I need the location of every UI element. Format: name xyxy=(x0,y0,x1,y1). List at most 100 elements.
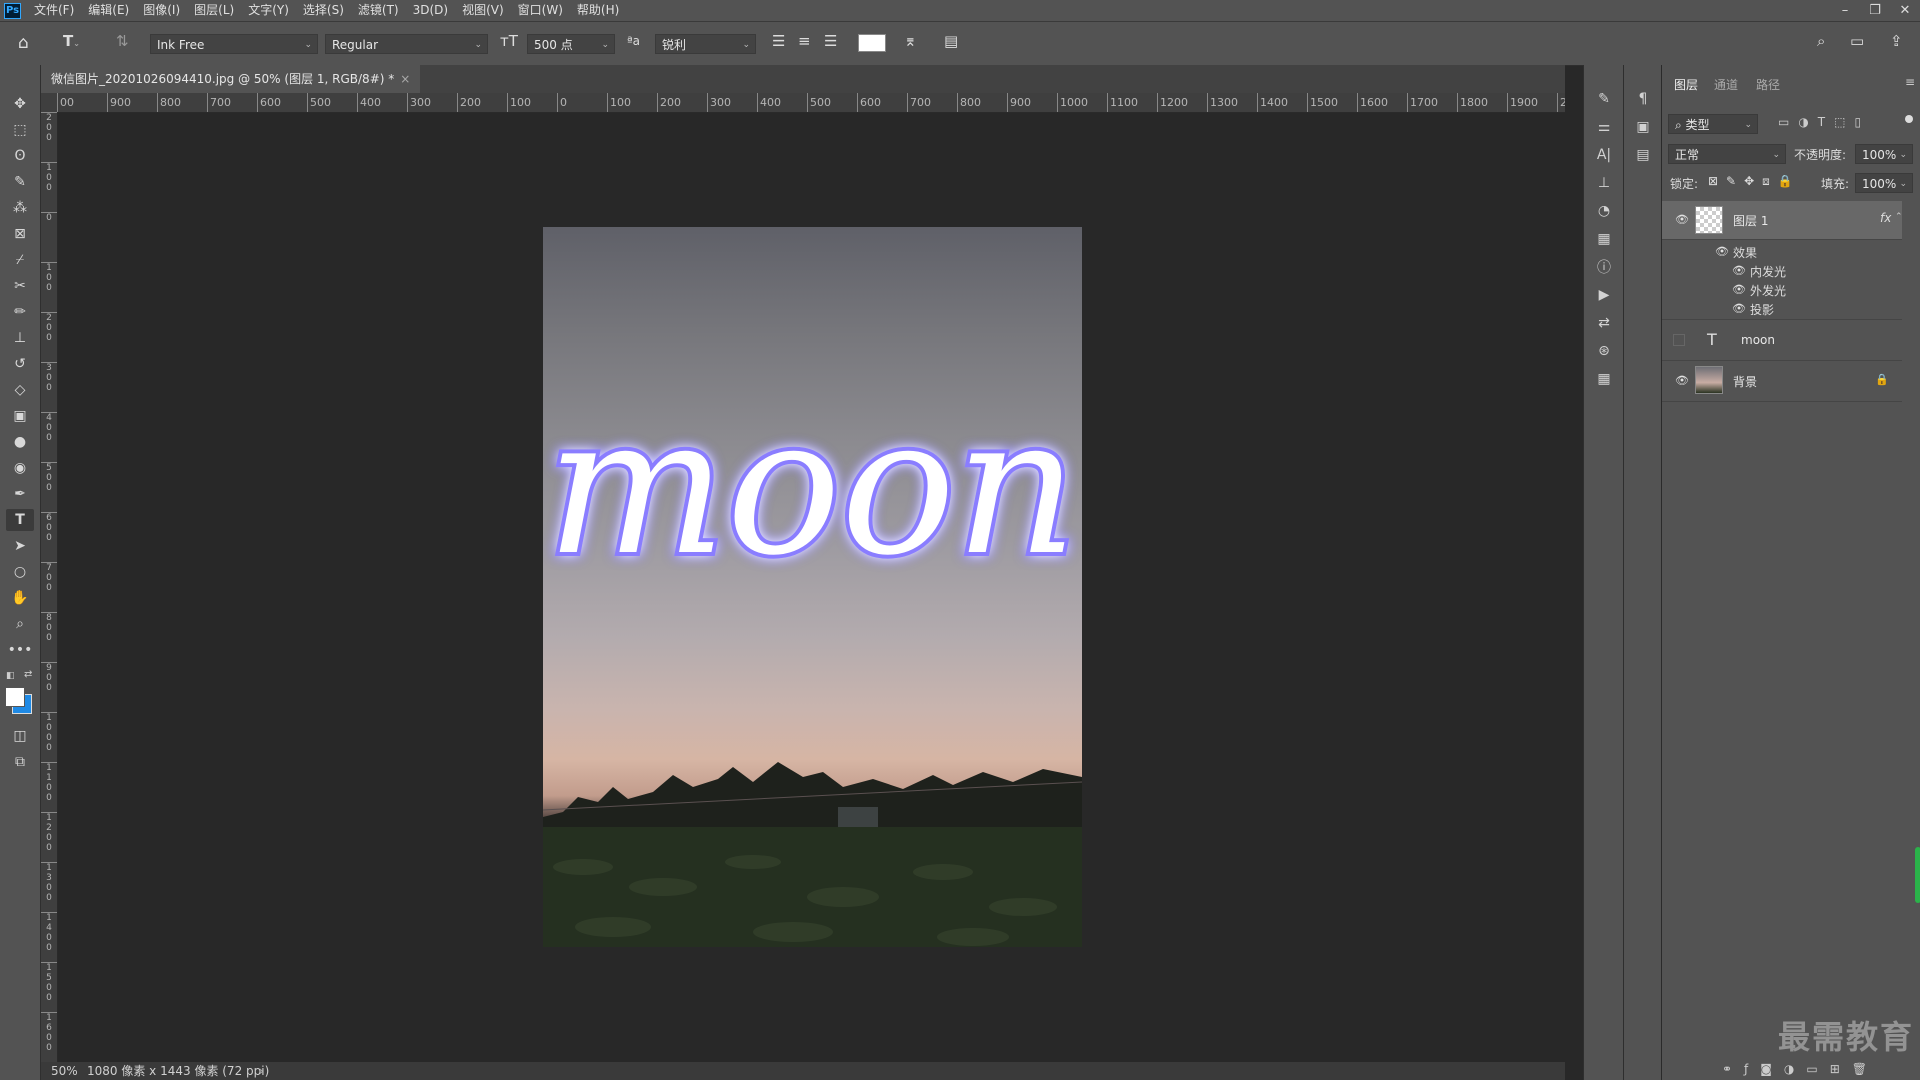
layer-row-layer1[interactable]: 👁 图层 1 fx ⌃ xyxy=(1662,201,1903,240)
character-panel-icon[interactable]: ▤ xyxy=(944,32,958,50)
drop-shadow-eye-icon[interactable]: 👁 xyxy=(1732,302,1746,315)
path-select-tool-icon[interactable]: ➤ xyxy=(6,535,34,557)
more-tools-icon[interactable]: ••• xyxy=(6,639,34,661)
layer-row-moon[interactable]: T moon xyxy=(1662,320,1902,361)
blend-mode-select[interactable]: 正常 ⌄ xyxy=(1668,144,1786,164)
hand-tool-icon[interactable]: ✋ xyxy=(6,587,34,609)
collapse-effects-icon[interactable]: ⌃ xyxy=(1895,212,1903,222)
zoom-level[interactable]: 50% xyxy=(51,1062,78,1080)
vertical-ruler[interactable]: 2001000100200300400500600700800900100011… xyxy=(41,112,58,1062)
layer-name[interactable]: moon xyxy=(1741,333,1775,347)
panel-menu-icon[interactable]: ≡ xyxy=(1905,75,1915,89)
menu-view[interactable]: 视图(V) xyxy=(455,0,511,21)
font-family-select[interactable]: Ink Free ⌄ xyxy=(150,34,318,54)
minimize-icon[interactable]: – xyxy=(1830,0,1860,21)
menu-file[interactable]: 文件(F) xyxy=(27,0,81,21)
status-expand-icon[interactable]: › xyxy=(259,1062,264,1080)
close-icon[interactable]: ✕ xyxy=(1890,0,1920,21)
home-icon[interactable]: ⌂ xyxy=(18,33,29,53)
effects-eye-icon[interactable]: 👁 xyxy=(1715,245,1729,258)
menu-select[interactable]: 选择(S) xyxy=(296,0,351,21)
swatches-icon[interactable]: ▦ xyxy=(1591,229,1617,249)
text-orientation-icon[interactable]: ⇅ xyxy=(116,32,129,50)
effects-label[interactable]: 效果 xyxy=(1733,244,1757,261)
adjustments-icon[interactable]: ⚌ xyxy=(1591,117,1617,137)
type-tool-icon[interactable]: T xyxy=(6,509,34,531)
fill-input[interactable]: 100% ⌄ xyxy=(1855,173,1913,193)
marquee-tool-icon[interactable]: ⬚ xyxy=(6,119,34,141)
menu-3d[interactable]: 3D(D) xyxy=(406,0,455,21)
character-icon[interactable]: A| xyxy=(1591,145,1617,165)
visibility-empty-box[interactable] xyxy=(1673,334,1685,346)
fx-icon[interactable]: fx xyxy=(1880,211,1891,225)
history-brush-icon[interactable]: ↺ xyxy=(6,353,34,375)
healing-tool-icon[interactable]: ✂ xyxy=(6,275,34,297)
menu-window[interactable]: 窗口(W) xyxy=(511,0,570,21)
effect-inner-glow[interactable]: 内发光 xyxy=(1750,263,1786,280)
outer-glow-eye-icon[interactable]: 👁 xyxy=(1732,283,1746,296)
paragraph-icon[interactable]: ¶ xyxy=(1630,89,1656,109)
info-icon[interactable]: ⓘ xyxy=(1591,257,1617,277)
layer-row-background[interactable]: 👁 背景 🔒 xyxy=(1662,361,1902,402)
tab-paths[interactable]: 路径 xyxy=(1756,76,1780,93)
effect-drop-shadow[interactable]: 投影 xyxy=(1750,301,1774,318)
table-icon[interactable]: ▦ xyxy=(1591,369,1617,389)
quick-select-tool-icon[interactable]: ✎ xyxy=(6,171,34,193)
layer-bottom-actions[interactable]: ⚭ƒ◙◑▭⊞🗑 xyxy=(1722,1062,1879,1076)
share-icon[interactable]: ⇪ xyxy=(1890,32,1903,50)
magic-wand-tool-icon[interactable]: ⁂ xyxy=(6,197,34,219)
actions-play-icon[interactable]: ▶ xyxy=(1591,285,1617,305)
swap-colors-icon[interactable]: ⇄ xyxy=(24,669,32,680)
align-center-icon[interactable]: ≡ xyxy=(798,32,811,50)
brush-tool-icon[interactable]: ✏ xyxy=(6,301,34,323)
ellipse-tool-icon[interactable]: ○ xyxy=(6,561,34,583)
workspace-icon[interactable]: ▭ xyxy=(1850,32,1864,50)
pen-tool-icon[interactable]: ✒ xyxy=(6,483,34,505)
layer-filter-icons[interactable]: ▭◑T⬚▯ xyxy=(1778,115,1870,129)
tab-channels[interactable]: 通道 xyxy=(1714,76,1738,93)
font-size-select[interactable]: 500 点 ⌄ xyxy=(527,34,615,54)
antialias-select[interactable]: 锐利 ⌄ xyxy=(655,34,756,54)
default-colors-icon[interactable]: ◧ xyxy=(6,671,18,681)
font-style-select[interactable]: Regular ⌄ xyxy=(325,34,488,54)
timeline-icon[interactable]: ⇄ xyxy=(1591,313,1617,333)
neon-moon-text[interactable]: moon xyxy=(543,372,1082,601)
visibility-eye-icon[interactable]: 👁 xyxy=(1675,213,1689,226)
menu-type[interactable]: 文字(Y) xyxy=(241,0,296,21)
menu-image[interactable]: 图像(I) xyxy=(136,0,187,21)
screen-mode-icon[interactable]: ⧉ xyxy=(6,751,34,773)
text-color-swatch[interactable] xyxy=(858,34,886,52)
layer-name[interactable]: 背景 xyxy=(1733,373,1757,390)
gradient-tool-icon[interactable]: ▣ xyxy=(6,405,34,427)
document-info[interactable]: 1080 像素 x 1443 像素 (72 ppi) xyxy=(87,1062,269,1080)
notes-icon[interactable]: ▤ xyxy=(1630,145,1656,165)
lasso-tool-icon[interactable]: ʘ xyxy=(6,145,34,167)
document-tab[interactable]: 微信图片_20201026094410.jpg @ 50% (图层 1, RGB… xyxy=(41,65,421,93)
tab-layers[interactable]: 图层 xyxy=(1674,76,1698,93)
layer-filter-select[interactable]: ⌕ 类型 ⌄ xyxy=(1668,114,1758,134)
restore-icon[interactable]: ❐ xyxy=(1860,0,1890,21)
close-tab-icon[interactable]: × xyxy=(400,72,410,86)
align-left-icon[interactable]: ☰ xyxy=(772,32,785,50)
dodge-tool-icon[interactable]: ◉ xyxy=(6,457,34,479)
document-image[interactable]: moon xyxy=(543,227,1082,947)
menu-layer[interactable]: 图层(L) xyxy=(187,0,241,21)
quick-mask-icon[interactable]: ◫ xyxy=(6,725,34,747)
opacity-input[interactable]: 100% ⌄ xyxy=(1855,144,1913,164)
3d-icon[interactable]: ⊛ xyxy=(1591,341,1617,361)
stamp-tool-icon[interactable]: ⊥ xyxy=(6,327,34,349)
visibility-eye-icon[interactable]: 👁 xyxy=(1675,374,1689,387)
foreground-color-swatch[interactable] xyxy=(5,687,25,707)
panel-scrollbar[interactable] xyxy=(1915,847,1920,903)
effect-outer-glow[interactable]: 外发光 xyxy=(1750,282,1786,299)
menu-edit[interactable]: 编辑(E) xyxy=(81,0,136,21)
layer-name[interactable]: 图层 1 xyxy=(1733,212,1768,229)
align-right-icon[interactable]: ☰ xyxy=(824,32,837,50)
blur-tool-icon[interactable]: ● xyxy=(6,431,34,453)
brush-settings-icon[interactable]: ✎ xyxy=(1591,89,1617,109)
filter-toggle-icon[interactable] xyxy=(1905,115,1913,123)
zoom-tool-icon[interactable]: ⌕ xyxy=(6,613,34,635)
eyedropper-tool-icon[interactable]: ⌿ xyxy=(6,249,34,271)
history-icon[interactable]: ◔ xyxy=(1591,201,1617,221)
horizontal-ruler[interactable]: 00 900 800 700 600 500 400 300 200 100 0 100 200 300 4… xyxy=(57,93,1565,113)
